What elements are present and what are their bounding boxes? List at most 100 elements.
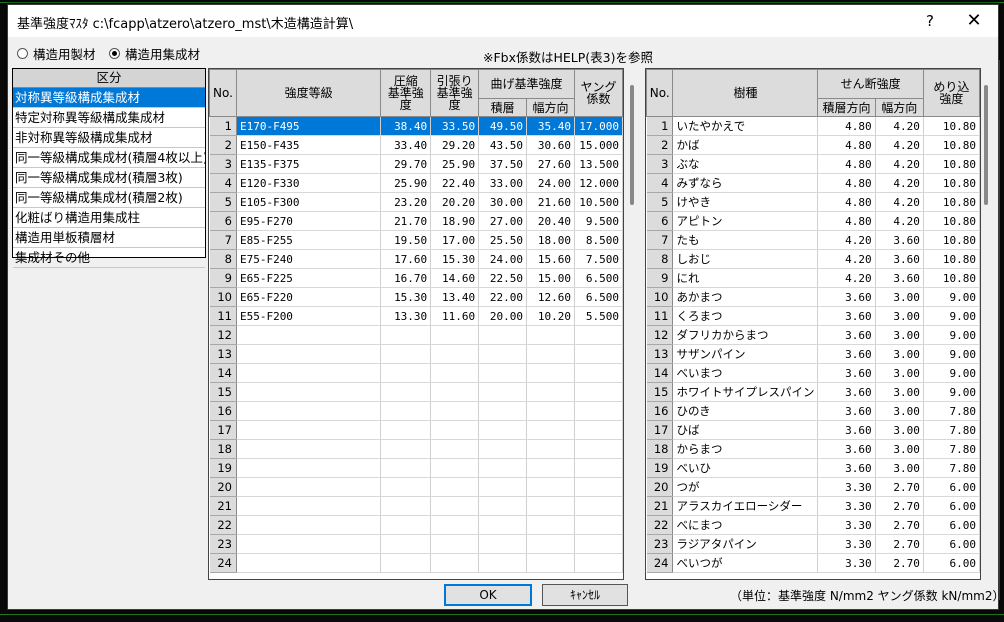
bending-layer-cell[interactable]: 24.00 [478, 249, 528, 269]
shear-width-cell[interactable]: 3.00 [875, 325, 924, 345]
grade-cell[interactable]: E55-F200 [236, 306, 382, 326]
grade-cell[interactable]: E120-F330 [236, 173, 382, 193]
species-cell[interactable]: からまつ [672, 439, 819, 459]
young-cell[interactable] [574, 382, 623, 402]
table-row[interactable]: 24 べいつが 3.30 2.70 6.00 [646, 553, 980, 573]
shear-width-cell[interactable]: 3.00 [875, 439, 924, 459]
compression-cell[interactable] [380, 515, 432, 535]
bending-layer-cell[interactable]: 43.50 [478, 135, 528, 155]
bending-layer-cell[interactable]: 30.00 [478, 192, 528, 212]
bending-layer-cell[interactable] [478, 496, 528, 516]
young-cell[interactable]: 10.500 [574, 192, 623, 212]
bending-layer-cell[interactable]: 25.50 [478, 230, 528, 250]
bending-layer-cell[interactable]: 37.50 [478, 154, 528, 174]
compression-cell[interactable] [380, 382, 432, 402]
compression-cell[interactable]: 19.50 [380, 230, 432, 250]
compression-cell[interactable] [380, 553, 432, 573]
embedment-cell[interactable]: 10.80 [923, 230, 980, 250]
bending-width-cell[interactable] [526, 553, 575, 573]
bending-layer-cell[interactable]: 27.00 [478, 211, 528, 231]
species-cell[interactable]: ひば [672, 420, 819, 440]
category-item[interactable]: 同一等級構成集成材(積層3枚) [13, 168, 205, 188]
category-item[interactable]: 対称異等級構成集成材 [13, 88, 205, 108]
table-row[interactable]: 24 [209, 553, 623, 573]
compression-cell[interactable]: 38.40 [380, 116, 432, 136]
embedment-cell[interactable]: 9.00 [923, 344, 980, 364]
embedment-cell[interactable]: 7.80 [923, 458, 980, 478]
bending-layer-cell[interactable] [478, 439, 528, 459]
shear-width-cell[interactable]: 3.60 [875, 249, 924, 269]
shear-width-cell[interactable]: 2.70 [875, 477, 924, 497]
bending-width-cell[interactable] [526, 439, 575, 459]
table-row[interactable]: 14 べいまつ 3.60 3.00 9.00 [646, 363, 980, 383]
bending-layer-cell[interactable]: 20.00 [478, 306, 528, 326]
species-cell[interactable]: べいひ [672, 458, 819, 478]
embedment-cell[interactable]: 9.00 [923, 306, 980, 326]
table-row[interactable]: 4 みずなら 4.80 4.20 10.80 [646, 173, 980, 193]
tension-cell[interactable]: 33.50 [430, 116, 480, 136]
table-row[interactable]: 22 [209, 515, 623, 535]
radio-lumber[interactable]: 構造用製材 [17, 45, 96, 62]
species-table[interactable]: No. 樹種 せん断強度 めり込 強度 積層方向 幅方向 1 いたやかえで 4.80… [645, 68, 981, 580]
table-row[interactable]: 15 [209, 382, 623, 402]
bending-width-cell[interactable]: 21.60 [526, 192, 575, 212]
compression-cell[interactable]: 13.30 [380, 306, 432, 326]
category-item[interactable]: 非対称異等級構成集成材 [13, 128, 205, 148]
shear-width-cell[interactable]: 4.20 [875, 154, 924, 174]
species-cell[interactable]: たも [672, 230, 819, 250]
table-row[interactable]: 2 E150-F435 33.40 29.20 43.50 30.60 15.000 [209, 135, 623, 155]
shear-width-cell[interactable]: 3.00 [875, 420, 924, 440]
embedment-cell[interactable]: 7.80 [923, 420, 980, 440]
table-row[interactable]: 16 [209, 401, 623, 421]
compression-cell[interactable]: 16.70 [380, 268, 432, 288]
shear-width-cell[interactable]: 4.20 [875, 135, 924, 155]
tension-cell[interactable]: 15.30 [430, 249, 480, 269]
compression-cell[interactable] [380, 325, 432, 345]
shear-layer-cell[interactable]: 3.60 [817, 325, 876, 345]
table-row[interactable]: 13 [209, 344, 623, 364]
table-row[interactable]: 10 あかまつ 3.60 3.00 9.00 [646, 287, 980, 307]
shear-width-cell[interactable]: 3.00 [875, 344, 924, 364]
bending-width-cell[interactable]: 30.60 [526, 135, 575, 155]
species-cell[interactable]: あかまつ [672, 287, 819, 307]
grade-cell[interactable] [236, 496, 382, 516]
shear-width-cell[interactable]: 4.20 [875, 116, 924, 136]
shear-width-cell[interactable]: 4.20 [875, 192, 924, 212]
shear-width-cell[interactable]: 3.00 [875, 287, 924, 307]
tension-cell[interactable] [430, 363, 480, 383]
table-row[interactable]: 7 たも 4.20 3.60 10.80 [646, 230, 980, 250]
embedment-cell[interactable]: 10.80 [923, 154, 980, 174]
bending-layer-cell[interactable] [478, 477, 528, 497]
compression-cell[interactable]: 25.90 [380, 173, 432, 193]
grade-cell[interactable] [236, 515, 382, 535]
grade-cell[interactable] [236, 420, 382, 440]
young-cell[interactable] [574, 439, 623, 459]
compression-cell[interactable] [380, 363, 432, 383]
young-cell[interactable]: 7.500 [574, 249, 623, 269]
bending-layer-cell[interactable] [478, 344, 528, 364]
help-button[interactable]: ? [910, 8, 950, 34]
shear-width-cell[interactable]: 2.70 [875, 553, 924, 573]
young-cell[interactable] [574, 515, 623, 535]
grade-cell[interactable]: E95-F270 [236, 211, 382, 231]
species-cell[interactable]: ラジアタパイン [672, 534, 819, 554]
table-row[interactable]: 21 [209, 496, 623, 516]
grade-cell[interactable]: E75-F240 [236, 249, 382, 269]
table-row[interactable]: 15 ホワイトサイプレスパイン 3.60 3.00 9.00 [646, 382, 980, 402]
bending-layer-cell[interactable] [478, 553, 528, 573]
shear-layer-cell[interactable]: 3.30 [817, 477, 876, 497]
tension-cell[interactable]: 20.20 [430, 192, 480, 212]
table-row[interactable]: 1 いたやかえで 4.80 4.20 10.80 [646, 116, 980, 136]
tension-cell[interactable] [430, 420, 480, 440]
species-cell[interactable]: べいつが [672, 553, 819, 573]
young-cell[interactable] [574, 477, 623, 497]
species-cell[interactable]: ひのき [672, 401, 819, 421]
embedment-cell[interactable]: 7.80 [923, 401, 980, 421]
shear-layer-cell[interactable]: 3.30 [817, 496, 876, 516]
embedment-cell[interactable]: 6.00 [923, 534, 980, 554]
bending-layer-cell[interactable]: 33.00 [478, 173, 528, 193]
bending-width-cell[interactable] [526, 401, 575, 421]
young-cell[interactable]: 6.500 [574, 287, 623, 307]
grade-cell[interactable]: E135-F375 [236, 154, 382, 174]
embedment-cell[interactable]: 9.00 [923, 363, 980, 383]
